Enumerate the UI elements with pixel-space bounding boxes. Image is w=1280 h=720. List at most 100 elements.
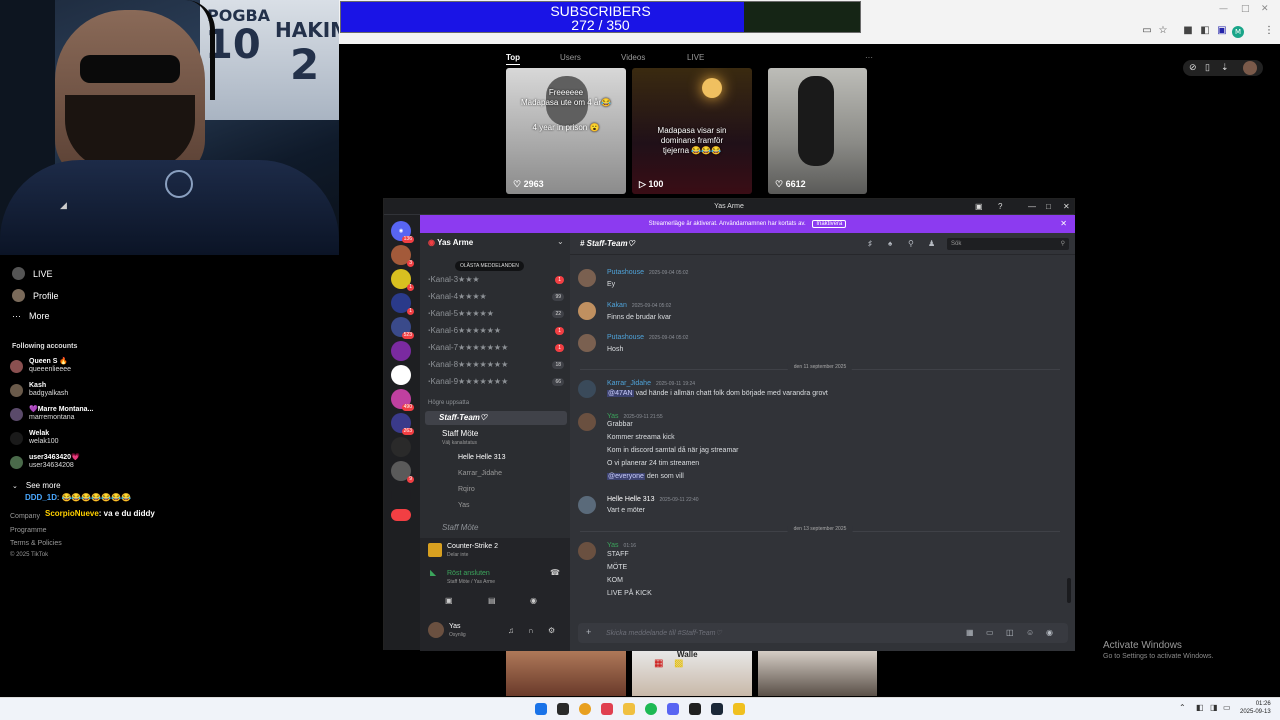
- taskbar-app-icon[interactable]: [733, 703, 745, 715]
- voice-user[interactable]: Rqiro: [458, 486, 475, 493]
- avatar[interactable]: [578, 496, 596, 514]
- message-author[interactable]: Helle Helle 313 2025-09-11 22:40: [607, 496, 699, 503]
- server-icon[interactable]: 1: [391, 293, 414, 315]
- message-author[interactable]: Kakan 2025-09-04 05:02: [607, 302, 671, 309]
- battery-icon[interactable]: ▭: [1223, 703, 1231, 712]
- video-thumb[interactable]: Walle ▦ ▩: [632, 650, 752, 696]
- avatar[interactable]: [578, 302, 596, 320]
- members-icon[interactable]: ♟: [928, 239, 935, 248]
- footer-programme[interactable]: Programme: [10, 527, 47, 534]
- camera-off-icon[interactable]: ▣: [445, 596, 453, 605]
- disconnect-icon[interactable]: ☎: [550, 568, 560, 577]
- minimize-icon[interactable]: —: [1219, 4, 1228, 14]
- new-badge[interactable]: [391, 509, 411, 521]
- channel-kanal-4[interactable]: ꞏKanal-4★★★★ 99: [428, 290, 566, 304]
- user-avatar[interactable]: [1243, 61, 1257, 75]
- mic-icon[interactable]: ♫: [508, 626, 514, 635]
- video-thumb[interactable]: [506, 650, 626, 696]
- server-icon[interactable]: 263: [391, 413, 414, 435]
- channel-kanal-8[interactable]: ꞏKanal-8★★★★★★★ 18: [428, 358, 566, 372]
- steam-icon[interactable]: [711, 703, 723, 715]
- network-icon[interactable]: ◧: [1196, 703, 1204, 712]
- screen-share-icon[interactable]: ▤: [488, 596, 496, 605]
- message-author[interactable]: Karrar_Jidahe 2025-09-11 19:24: [607, 380, 695, 387]
- server-icon[interactable]: [391, 365, 411, 385]
- server-icon[interactable]: 523: [391, 317, 414, 339]
- taskbar-app-icon[interactable]: [689, 703, 701, 715]
- mention[interactable]: @everyone: [607, 473, 645, 480]
- category-header[interactable]: Högre uppsatta: [428, 400, 469, 406]
- compass-icon[interactable]: ⊘: [1189, 62, 1197, 73]
- chrome-icon[interactable]: [579, 703, 591, 715]
- scrollbar[interactable]: [1067, 578, 1071, 603]
- sticker-icon[interactable]: ◫: [1006, 628, 1014, 637]
- tab-top[interactable]: Top: [506, 53, 520, 62]
- notifications-icon[interactable]: ♠: [888, 239, 892, 248]
- gift-icon[interactable]: ▦: [966, 628, 974, 637]
- server-icon[interactable]: [391, 437, 411, 457]
- voice-channel-staff-mote-2[interactable]: Staff Möte: [442, 523, 478, 532]
- voice-user[interactable]: Karrar_Jidahe: [458, 470, 502, 477]
- sidebar-item-profile[interactable]: Profile: [12, 289, 59, 302]
- mention[interactable]: @47AN: [607, 390, 634, 397]
- following-account[interactable]: 💜Marre Montana... marremontana: [10, 406, 93, 422]
- spotify-icon[interactable]: [645, 703, 657, 715]
- headphones-icon[interactable]: ∩: [528, 626, 534, 635]
- tab-users[interactable]: Users: [560, 53, 581, 62]
- message-author[interactable]: Putashouse 2025-09-04 05:02: [607, 334, 688, 341]
- file-explorer-icon[interactable]: [623, 703, 635, 715]
- chevron-down-icon[interactable]: ⌄: [557, 237, 564, 246]
- avatar[interactable]: [578, 269, 596, 287]
- sidebar-item-live[interactable]: LIVE: [12, 267, 53, 280]
- activities-icon[interactable]: ◉: [530, 596, 537, 605]
- extension-icon-2[interactable]: ◧: [1200, 26, 1210, 36]
- voice-status[interactable]: Välj kanalstatus: [442, 440, 477, 446]
- see-more-button[interactable]: ⌄ See more: [12, 481, 61, 490]
- tab-live[interactable]: LIVE: [687, 53, 704, 62]
- server-icon[interactable]: 490: [391, 389, 414, 411]
- following-account[interactable]: Welak welak100: [10, 430, 59, 446]
- extension-icon[interactable]: ■: [1183, 26, 1193, 36]
- bookmark-star-icon[interactable]: ☆: [1158, 26, 1168, 36]
- menu-kebab-icon[interactable]: ⋮: [1264, 26, 1274, 36]
- maximize-icon[interactable]: □: [1046, 199, 1051, 214]
- dm-home-icon[interactable]: ◉ 136: [391, 221, 414, 243]
- volume-icon[interactable]: ◨: [1210, 703, 1218, 712]
- close-icon[interactable]: ✕: [1063, 199, 1070, 214]
- disable-button[interactable]: Inaktivera: [812, 220, 847, 228]
- discord-taskbar-icon[interactable]: [667, 703, 679, 715]
- voice-path[interactable]: Staff Möte / Yas Arme: [447, 579, 495, 585]
- following-account[interactable]: Kash badgyalkash: [10, 382, 68, 398]
- video-thumb[interactable]: ♡ 6612: [768, 68, 867, 194]
- unread-messages-pill[interactable]: OLÄSTA MEDDELANDEN: [455, 261, 524, 271]
- avatar[interactable]: [578, 334, 596, 352]
- avatar[interactable]: [428, 622, 444, 638]
- avatar[interactable]: [578, 542, 596, 560]
- footer-terms[interactable]: Terms & Policies: [10, 540, 62, 547]
- cast-icon[interactable]: ▭: [1142, 26, 1152, 36]
- system-clock[interactable]: 01:26 2025-09-13: [1240, 700, 1271, 716]
- server-name-header[interactable]: ◉ Yas Arme: [428, 238, 473, 247]
- following-account[interactable]: user3463420💗 user34634208: [10, 454, 80, 470]
- emoji-icon[interactable]: ☺: [1026, 628, 1034, 637]
- channel-kanal-7[interactable]: ꞏKanal-7★★★★★★★ 1: [428, 341, 566, 355]
- channel-staff-team[interactable]: Staff-Team♡: [425, 411, 567, 425]
- inbox-icon[interactable]: ▣: [975, 199, 983, 214]
- tab-more[interactable]: ···: [865, 53, 873, 62]
- server-icon[interactable]: 3: [391, 245, 414, 267]
- minimize-icon[interactable]: —: [1028, 199, 1036, 214]
- add-attachment-icon[interactable]: +: [586, 627, 591, 637]
- pin-icon[interactable]: ⚲: [908, 239, 914, 248]
- extension-icon-3[interactable]: ▣: [1217, 26, 1227, 36]
- voice-user[interactable]: Helle Helle 313: [458, 454, 505, 461]
- search-input[interactable]: Sök ⚲: [947, 238, 1069, 250]
- server-icon[interactable]: 1: [391, 269, 414, 291]
- video-thumb[interactable]: [758, 650, 877, 696]
- server-icon[interactable]: [391, 485, 411, 505]
- voice-channel-staff-mote[interactable]: Staff Möte: [442, 429, 478, 438]
- footer-company[interactable]: Company: [10, 513, 40, 520]
- video-thumb[interactable]: Madapasa visar sin dominans framför tjej…: [632, 68, 752, 194]
- avatar[interactable]: [578, 413, 596, 431]
- threads-icon[interactable]: ♯: [868, 239, 872, 248]
- video-thumb[interactable]: Freeeeee Madapasa ute om 4 år😂 4 year in…: [506, 68, 626, 194]
